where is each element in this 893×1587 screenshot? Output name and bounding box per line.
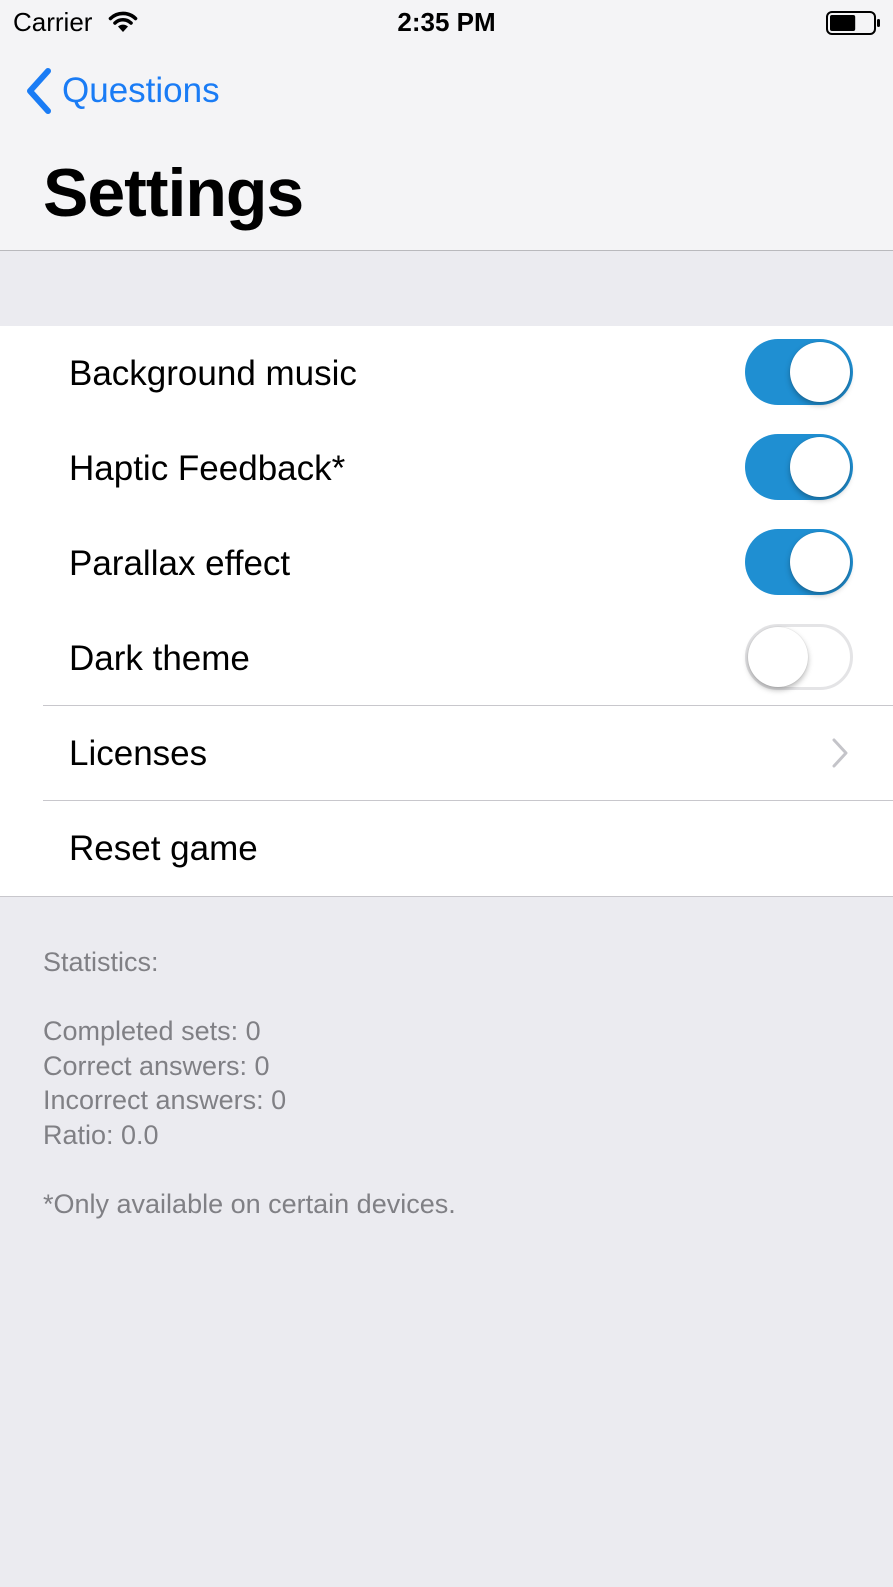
chevron-right-icon <box>832 738 848 768</box>
licenses-label: Licenses <box>69 733 208 773</box>
battery-icon <box>826 11 880 35</box>
availability-note: *Only available on certain devices. <box>43 1188 456 1219</box>
setting-label: Parallax effect <box>69 543 291 583</box>
incorrect-answers-stat: Incorrect answers: 0 <box>43 1085 287 1115</box>
navigation-bar: Questions Settings <box>0 44 893 251</box>
status-bar: Carrier 2:35 PM <box>0 0 893 44</box>
setting-label: Haptic Feedback* <box>69 448 346 488</box>
setting-row-haptic-feedback: Haptic Feedback* <box>0 421 893 516</box>
setting-label: Dark theme <box>69 638 250 678</box>
toggle-knob <box>790 532 850 592</box>
setting-row-dark-theme: Dark theme <box>0 611 893 706</box>
setting-row-parallax-effect: Parallax effect <box>0 516 893 611</box>
correct-answers-stat: Correct answers: 0 <box>43 1050 270 1081</box>
ratio-stat: Ratio: 0.0 <box>43 1119 159 1150</box>
settings-table: Background music Haptic Feedback* Parall… <box>0 326 893 897</box>
haptic-feedback-toggle[interactable] <box>745 434 853 500</box>
chevron-left-icon <box>27 68 51 114</box>
background-music-toggle[interactable] <box>745 339 853 405</box>
reset-game-row[interactable]: Reset game <box>0 801 893 896</box>
back-button[interactable]: Questions <box>24 66 220 116</box>
back-button-label: Questions <box>62 71 220 110</box>
parallax-effect-toggle[interactable] <box>745 529 853 595</box>
page-title: Settings <box>43 155 304 231</box>
setting-label: Background music <box>69 353 357 393</box>
completed-sets-stat: Completed sets: 0 <box>43 1016 261 1046</box>
toggle-knob <box>748 627 808 687</box>
clock: 2:35 PM <box>397 7 496 37</box>
toggle-knob <box>790 437 850 497</box>
statistics-footer: Statistics: Completed sets: 0 Correct an… <box>43 945 843 1221</box>
reset-game-label: Reset game <box>69 828 258 868</box>
battery-level <box>830 15 856 31</box>
setting-row-background-music: Background music <box>0 326 893 421</box>
statistics-heading: Statistics: <box>43 947 159 977</box>
toggle-knob <box>790 342 850 402</box>
dark-theme-toggle[interactable] <box>745 624 853 690</box>
licenses-row[interactable]: Licenses <box>0 706 893 801</box>
